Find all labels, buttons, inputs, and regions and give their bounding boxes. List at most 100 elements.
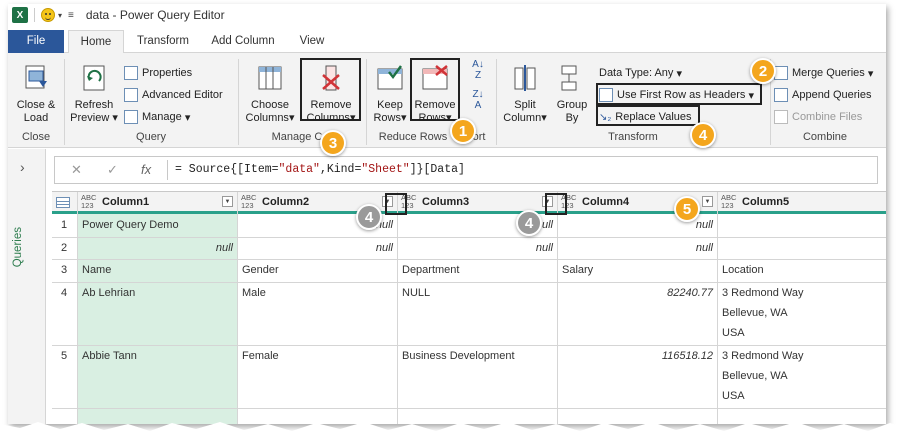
close-load-icon	[25, 65, 47, 89]
filter-dropdown-icon[interactable]: ▼	[702, 196, 713, 207]
table-cell[interactable]: Department	[398, 264, 557, 276]
columns-label: Columns	[245, 112, 289, 124]
advanced-editor-label: Advanced Editor	[142, 89, 223, 101]
cancel-icon[interactable]: ✕	[71, 162, 82, 178]
manage-button[interactable]: Manage ▾	[124, 109, 190, 125]
expand-chevron-icon[interactable]: ›	[20, 159, 25, 175]
append-queries-button[interactable]: Append Queries	[774, 87, 872, 103]
table-menu-header[interactable]	[52, 192, 77, 214]
callout-badge: 5	[674, 196, 700, 222]
type-any-icon[interactable]: ABC 123	[81, 194, 96, 210]
fx-icon[interactable]: fx	[141, 162, 151, 177]
table-cell-line: Bellevue, WA	[722, 307, 788, 319]
close-load-button[interactable]: Close & Load	[12, 63, 60, 125]
chevron-down-icon[interactable]: ▾	[58, 11, 62, 20]
tab-add-column[interactable]: Add Column	[206, 30, 280, 53]
table-cell[interactable]: Female	[238, 350, 397, 362]
table-cell[interactable]: 82240.77	[558, 287, 717, 299]
table-cell[interactable]: null	[238, 242, 397, 254]
type-any-icon[interactable]: ABC 123	[241, 194, 256, 210]
chevron-down-icon: ▾	[112, 112, 118, 124]
table-icon[interactable]	[56, 197, 70, 208]
table-cell[interactable]: 116518.12	[558, 350, 717, 362]
properties-button[interactable]: Properties	[124, 65, 192, 81]
keep-rows-button[interactable]: Keep Rows▾	[370, 63, 410, 125]
sort-descending-button[interactable]: Z↓ A	[468, 89, 488, 111]
table-cell[interactable]: NULL	[398, 287, 557, 299]
refresh-preview-button[interactable]: Refresh Preview ▾	[68, 63, 120, 125]
data-type-label: Data Type: Any	[599, 67, 674, 79]
queries-pane-label[interactable]: Queries	[12, 227, 24, 267]
chevron-down-icon: ▾	[288, 112, 295, 124]
column-header[interactable]: ABC 123 Column5	[718, 192, 886, 214]
group-label-query: Query	[136, 131, 166, 143]
table-cell[interactable]: null	[558, 242, 717, 254]
table-cell[interactable]: Gender	[238, 264, 397, 276]
sort-ascending-button[interactable]: A↓ Z	[468, 59, 488, 81]
table-cell[interactable]: null	[398, 242, 557, 254]
chevron-down-icon: ▾	[184, 111, 191, 124]
smiley-feedback-icon[interactable]	[41, 8, 55, 22]
column-label: Column	[503, 112, 542, 124]
sort-ascending-icon: A↓ Z	[472, 59, 484, 81]
combine-files-label: Combine Files	[792, 111, 863, 123]
divider	[167, 160, 168, 180]
table-cell[interactable]: Business Development	[398, 350, 557, 362]
excel-logo-icon: X	[12, 7, 28, 23]
row-divider	[52, 259, 886, 260]
formula-input[interactable]: = Source{[Item="data",Kind="Sheet"]}[Dat…	[175, 163, 465, 176]
queries-pane: › Queries	[8, 149, 46, 424]
highlight-box-replace-values	[596, 105, 700, 126]
tab-home[interactable]: Home	[68, 30, 124, 54]
tab-view[interactable]: View	[290, 30, 334, 53]
filter-dropdown-icon[interactable]: ▼	[222, 196, 233, 207]
data-type-dropdown[interactable]: Data Type: Any ▾	[599, 65, 682, 81]
manage-label: Manage	[142, 111, 182, 123]
highlight-box-first-row	[596, 83, 762, 105]
table-cell[interactable]: Power Query Demo	[78, 219, 237, 231]
sort-descending-icon: Z↓ A	[472, 89, 484, 111]
column-header-label: Column1	[102, 196, 150, 208]
divider	[34, 8, 35, 22]
callout-badge: 4	[356, 204, 382, 230]
tab-transform[interactable]: Transform	[130, 30, 196, 53]
table-cell[interactable]: Name	[78, 264, 237, 276]
callout-badge: 1	[450, 118, 476, 144]
column-4: ABC 123 Column4 ▼ null null Salary 82240.…	[558, 192, 718, 424]
table-cell[interactable]: Salary	[558, 264, 717, 276]
callout-badge: 4	[516, 210, 542, 236]
table-cell[interactable]: Ab Lehrian	[78, 287, 237, 299]
advanced-editor-button[interactable]: Advanced Editor	[124, 87, 223, 103]
table-cell[interactable]: Male	[238, 287, 397, 299]
close-load-label-2: Load	[23, 112, 49, 124]
column-header[interactable]: ABC 123 Column1 ▼	[78, 192, 237, 214]
split-column-icon	[514, 65, 536, 91]
table-cell[interactable]: null	[78, 242, 237, 254]
combine-files-button[interactable]: Combine Files	[774, 109, 862, 125]
formula-part: ]}[Data]	[409, 163, 465, 176]
tab-file[interactable]: File	[8, 30, 64, 53]
keep-label: Keep	[377, 99, 403, 111]
table-cell[interactable]: Abbie Tann	[78, 350, 237, 362]
merge-queries-button[interactable]: Merge Queries ▾	[774, 65, 873, 81]
divider	[496, 59, 497, 145]
table-cell[interactable]: null	[558, 219, 717, 231]
callout-badge: 3	[320, 130, 346, 156]
table-cell[interactable]: 3 Redmond Way	[718, 350, 886, 362]
confirm-check-icon[interactable]: ✓	[107, 162, 118, 178]
merge-queries-label: Merge Queries	[792, 67, 865, 79]
divider	[64, 59, 65, 145]
split-label: Split	[514, 99, 536, 111]
highlight-box-column3-filter	[545, 193, 567, 215]
advanced-editor-icon	[124, 88, 138, 102]
split-column-button[interactable]: Split Column▾	[502, 63, 548, 125]
choose-columns-button[interactable]: Choose Columns▾	[242, 63, 298, 125]
group-by-button[interactable]: Group By	[552, 63, 592, 125]
quick-access-customize-icon[interactable]: ≡	[68, 10, 74, 21]
table-cell[interactable]: 3 Redmond Way	[718, 287, 886, 299]
table-cell[interactable]: Location	[718, 264, 886, 276]
type-any-icon[interactable]: ABC 123	[721, 194, 736, 210]
preview-label: Preview	[70, 112, 110, 124]
column-5: ABC 123 Column5 Location 3 Redmond Way Be…	[718, 192, 886, 424]
row-number-column: 1 2 3 4 5	[52, 192, 78, 424]
